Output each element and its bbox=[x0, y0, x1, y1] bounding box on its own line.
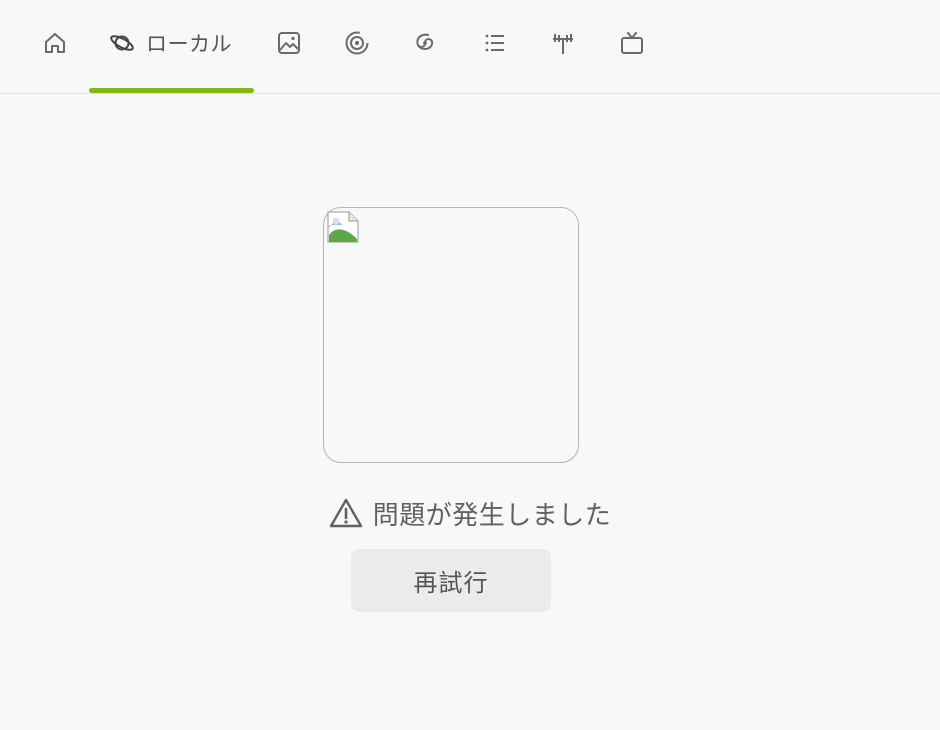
tab-list[interactable] bbox=[478, 26, 512, 60]
tv-icon bbox=[621, 32, 643, 54]
broken-image bbox=[323, 207, 579, 463]
tab-antenna[interactable] bbox=[546, 26, 580, 60]
galaxy-icon bbox=[416, 33, 434, 51]
antenna-icon bbox=[553, 34, 573, 54]
home-icon bbox=[45, 33, 65, 53]
planet-icon bbox=[110, 35, 134, 51]
warning-icon bbox=[329, 498, 362, 528]
tab-local-label: ローカル bbox=[146, 32, 232, 56]
retry-button[interactable]: 再試行 bbox=[351, 549, 551, 612]
tab-galaxy[interactable] bbox=[408, 26, 442, 60]
error-message-row: 問題が発生しました bbox=[0, 493, 940, 533]
active-tab-indicator bbox=[89, 88, 254, 93]
spiral-icon bbox=[345, 31, 369, 55]
list-icon bbox=[485, 34, 504, 52]
image-icon bbox=[278, 32, 300, 54]
tab-spiral[interactable] bbox=[340, 26, 374, 60]
broken-image-icon bbox=[327, 211, 359, 243]
tab-bar: ローカル bbox=[0, 0, 940, 94]
tab-local[interactable]: ローカル bbox=[108, 26, 236, 60]
error-message: 問題が発生しました bbox=[372, 500, 612, 531]
tab-tv[interactable] bbox=[615, 26, 649, 60]
tab-home[interactable] bbox=[38, 26, 72, 60]
tab-images[interactable] bbox=[272, 26, 306, 60]
main-content: 問題が発生しました 再試行 bbox=[0, 95, 940, 730]
